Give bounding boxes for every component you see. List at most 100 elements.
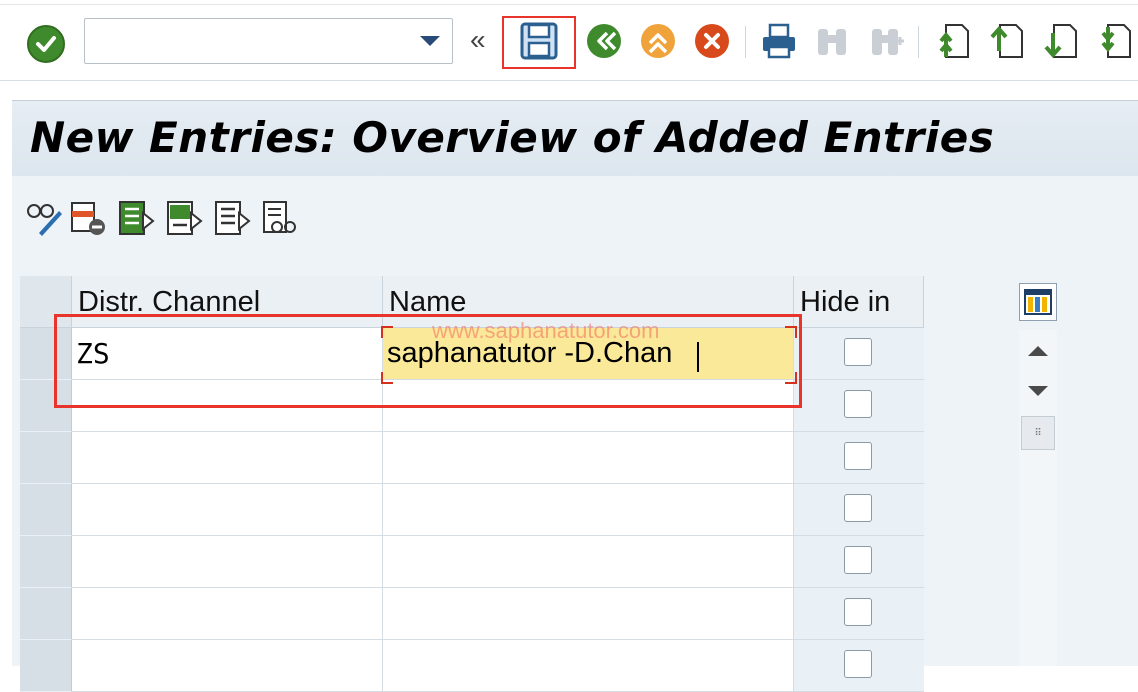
row-selector[interactable] <box>20 536 72 588</box>
hide-in-checkbox[interactable] <box>844 650 872 678</box>
hide-in-checkbox[interactable] <box>844 390 872 418</box>
row-selector[interactable] <box>20 484 72 536</box>
compare-button[interactable] <box>260 198 300 238</box>
find-icon <box>818 29 846 55</box>
check-icon <box>36 36 56 52</box>
print-icon <box>763 23 795 59</box>
enter-button[interactable] <box>27 25 65 63</box>
name-input[interactable] <box>383 484 793 535</box>
vertical-scrollbar[interactable]: ⠿ <box>1019 330 1057 666</box>
name-input[interactable] <box>383 588 793 639</box>
print-button[interactable] <box>755 18 803 64</box>
deselect-all-button[interactable] <box>212 198 252 238</box>
name-input[interactable] <box>383 380 793 431</box>
distr-channel-cell[interactable] <box>72 484 383 536</box>
collapse-toolbar-icon[interactable]: « <box>470 24 486 56</box>
hide-in-checkbox[interactable] <box>844 546 872 574</box>
column-label: Hide in <box>800 286 891 318</box>
row-selector[interactable] <box>20 380 72 432</box>
focus-corner <box>381 372 393 384</box>
delete-row-button[interactable] <box>68 198 108 238</box>
column-label: Name <box>389 286 467 318</box>
exit-button[interactable] <box>634 18 682 64</box>
distr-channel-cell[interactable] <box>72 536 383 588</box>
select-all-button[interactable] <box>116 198 156 238</box>
select-block-icon <box>167 201 203 235</box>
toolbar-separator <box>918 26 919 58</box>
cancel-button[interactable] <box>688 18 736 64</box>
last-page-button[interactable] <box>1090 18 1138 64</box>
find-button[interactable] <box>808 18 856 64</box>
row-selector[interactable] <box>20 432 72 484</box>
text-cursor <box>697 342 699 372</box>
first-page-icon <box>939 24 969 58</box>
distr-channel-cell[interactable] <box>72 380 383 432</box>
previous-page-button[interactable] <box>982 18 1030 64</box>
table-row <box>20 588 924 640</box>
back-button[interactable] <box>580 18 628 64</box>
select-all-rows-header[interactable] <box>20 276 72 328</box>
column-header-hide-in[interactable]: Hide in <box>794 276 924 328</box>
hide-in-checkbox[interactable] <box>844 442 872 470</box>
name-cell[interactable] <box>383 432 794 484</box>
page-title: New Entries: Overview of Added Entries <box>30 113 995 162</box>
hide-in-cell <box>794 640 924 692</box>
application-toolbar <box>12 176 1138 256</box>
focus-corner <box>381 326 393 338</box>
column-header-name[interactable]: Name <box>383 276 794 328</box>
distr-channel-cell[interactable] <box>72 640 383 692</box>
name-cell[interactable] <box>383 328 794 380</box>
display-change-button[interactable] <box>24 198 64 238</box>
distr-channel-input[interactable] <box>72 536 382 587</box>
name-cell[interactable] <box>383 484 794 536</box>
distr-channel-cell[interactable] <box>72 432 383 484</box>
column-header-distr-channel[interactable]: Distr. Channel <box>72 276 383 328</box>
command-input[interactable] <box>91 25 405 59</box>
scroll-thumb[interactable]: ⠿ <box>1021 416 1055 450</box>
row-selector[interactable] <box>20 328 72 380</box>
hide-in-checkbox[interactable] <box>844 598 872 626</box>
scroll-up-icon[interactable] <box>1028 346 1048 356</box>
column-settings-button[interactable] <box>1019 283 1057 321</box>
distr-channel-cell[interactable] <box>72 328 383 380</box>
distr-channel-input[interactable] <box>72 432 382 483</box>
chevron-down-icon[interactable] <box>420 36 440 46</box>
table-row <box>20 484 924 536</box>
find-next-button[interactable] <box>862 18 910 64</box>
hide-in-checkbox[interactable] <box>844 494 872 522</box>
last-page-icon <box>1101 24 1131 58</box>
toolbar-divider <box>0 4 1138 5</box>
name-input[interactable] <box>383 432 793 483</box>
find-next-icon <box>872 29 904 55</box>
next-page-button[interactable] <box>1036 18 1084 64</box>
name-input[interactable] <box>383 328 793 379</box>
name-cell[interactable] <box>383 588 794 640</box>
name-cell[interactable] <box>383 640 794 692</box>
focus-corner <box>785 326 797 338</box>
hide-in-cell <box>794 328 924 380</box>
row-selector[interactable] <box>20 640 72 692</box>
table-row <box>20 640 924 692</box>
next-page-icon <box>1044 24 1077 59</box>
column-label: Distr. Channel <box>78 286 261 318</box>
select-block-button[interactable] <box>164 198 204 238</box>
hide-in-cell <box>794 536 924 588</box>
command-field[interactable] <box>84 18 453 64</box>
name-input[interactable] <box>383 536 793 587</box>
name-cell[interactable] <box>383 380 794 432</box>
hide-in-cell <box>794 588 924 640</box>
distr-channel-cell[interactable] <box>72 588 383 640</box>
distr-channel-input[interactable] <box>72 588 382 639</box>
distr-channel-input[interactable] <box>72 328 382 379</box>
scroll-down-icon[interactable] <box>1028 386 1048 396</box>
title-bar: New Entries: Overview of Added Entries <box>12 100 1138 177</box>
distr-channel-input[interactable] <box>72 380 382 431</box>
first-page-button[interactable] <box>928 18 976 64</box>
distr-channel-input[interactable] <box>72 484 382 535</box>
name-cell[interactable] <box>383 536 794 588</box>
select-all-icon <box>119 201 155 235</box>
hide-in-cell <box>794 380 924 432</box>
table-row <box>20 536 924 588</box>
hide-in-checkbox[interactable] <box>844 338 872 366</box>
row-selector[interactable] <box>20 588 72 640</box>
